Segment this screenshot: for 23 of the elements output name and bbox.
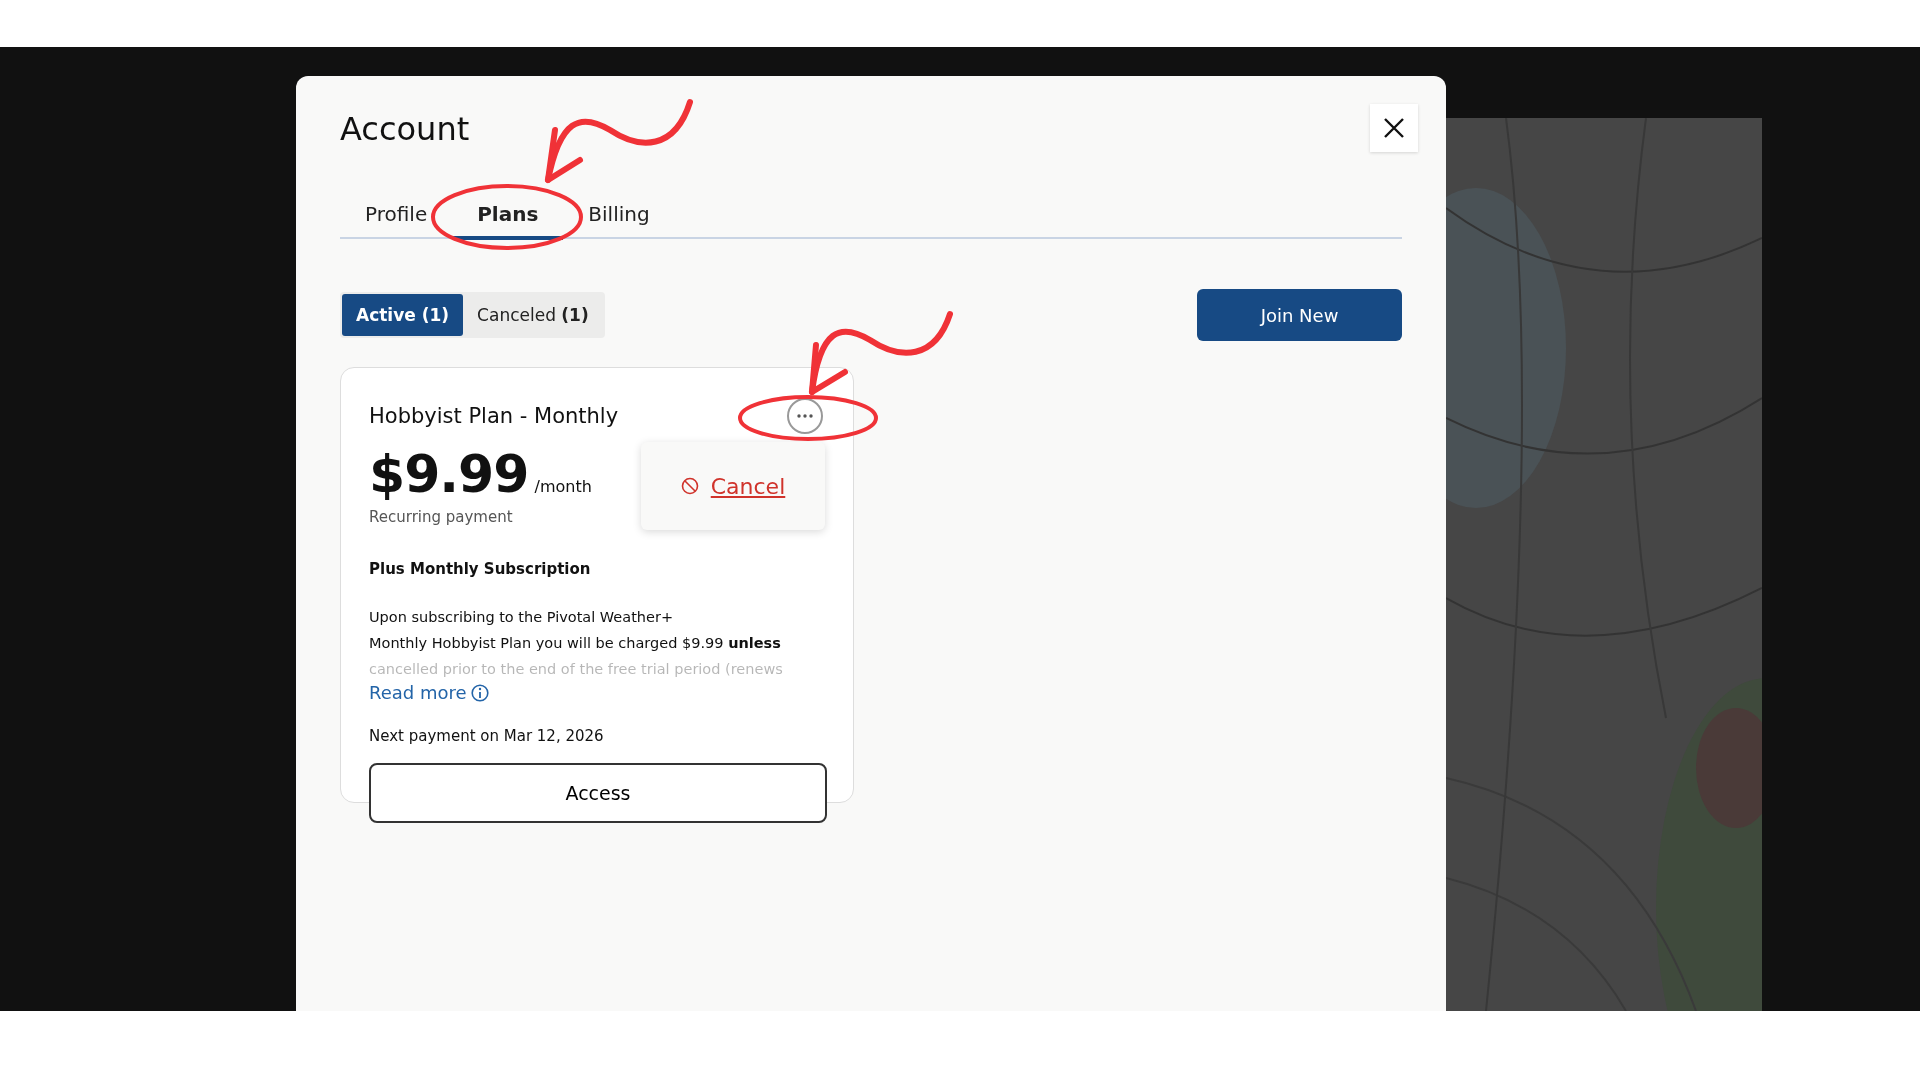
plan-price: $9.99 (369, 444, 529, 504)
dialog-title: Account (340, 109, 470, 148)
more-button[interactable] (787, 398, 823, 434)
cancel-menu-item[interactable]: Cancel (680, 473, 786, 499)
tab[interactable]: Plans (452, 202, 564, 240)
info-icon (470, 683, 489, 702)
close-icon (1383, 117, 1405, 139)
tab[interactable]: Billing (563, 202, 675, 240)
join-new-button[interactable]: Join New (1197, 289, 1402, 341)
tab[interactable]: Profile (340, 202, 453, 240)
next-payment: Next payment on Mar 12, 2026 (369, 727, 605, 745)
close-button[interactable] (1370, 104, 1418, 152)
filter-tab[interactable]: Active (1) (342, 294, 464, 336)
filter-tab[interactable]: Canceled (1) (463, 294, 603, 336)
price-period: /month (534, 477, 592, 496)
more-icon (797, 414, 813, 418)
payment-type: Recurring payment (369, 508, 514, 526)
plan-subtitle: Plus Monthly Subscription (369, 560, 592, 578)
plan-description: Upon subscribing to the Pivotal Weather+ Monthly Hobbyist Plan you will be charged $9.99 unless cancelled prior to the end of the free trial period (renews (369, 608, 784, 679)
plan-name: Hobbyist Plan - Monthly (369, 404, 619, 428)
read-more-link[interactable]: Read more (369, 682, 489, 703)
access-button[interactable]: Access (369, 763, 827, 823)
prohibited-icon (680, 477, 699, 495)
